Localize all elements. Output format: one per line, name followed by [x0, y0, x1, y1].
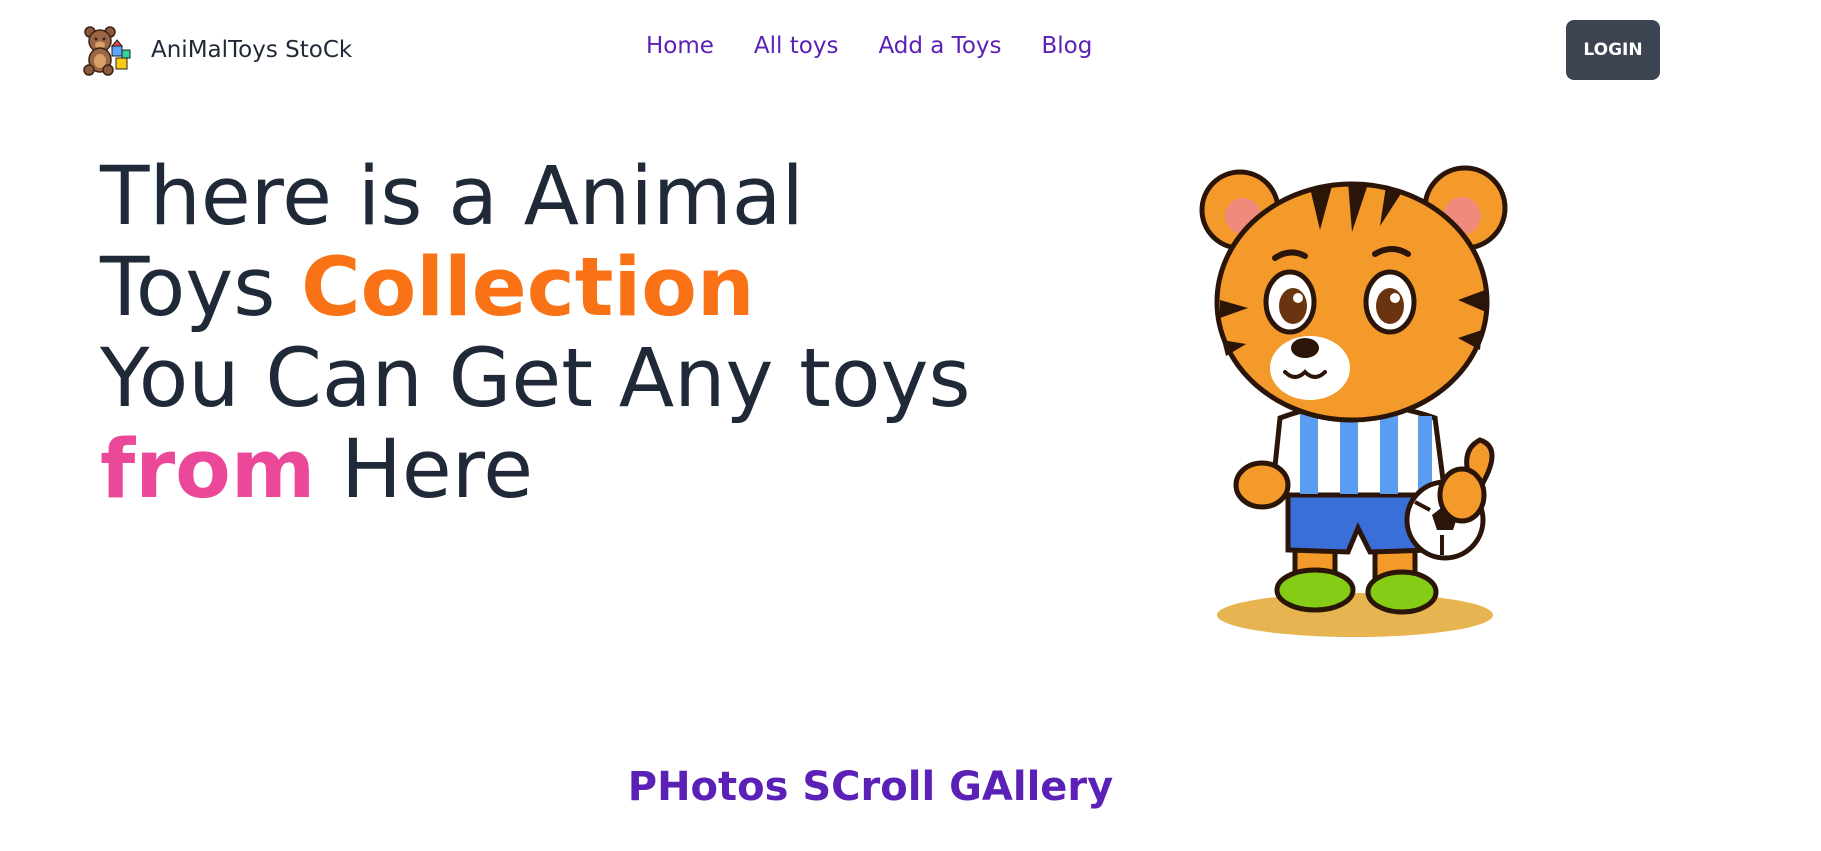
- hero-line-2-prefix: Toys: [100, 241, 302, 335]
- hero-line-4-suffix: Here: [315, 423, 534, 517]
- hero-image: [1180, 150, 1520, 650]
- login-button[interactable]: LOGIN: [1566, 20, 1660, 80]
- hero-line-3: You Can Get Any toys: [100, 332, 971, 426]
- brand-link[interactable]: AniMalToys StoCk: [80, 24, 352, 76]
- hero-highlight-from: from: [100, 423, 316, 517]
- nav-all-toys-link[interactable]: All toys: [754, 33, 839, 59]
- gallery-section-title: PHotos SCroll GAllery: [627, 764, 1114, 810]
- tiger-soccer-mascot-icon: [1180, 150, 1520, 650]
- hero-line-2: Toys Collection: [100, 243, 971, 334]
- nav-blog-link[interactable]: Blog: [1042, 33, 1093, 59]
- hero-line-4: from Here: [100, 425, 971, 516]
- nav-add-toys-link[interactable]: Add a Toys: [878, 33, 1001, 59]
- brand-name: AniMalToys StoCk: [151, 37, 353, 63]
- page: AniMalToys StoCk Home All toys Add a Toy…: [0, 0, 1821, 851]
- nav-home-link[interactable]: Home: [646, 33, 714, 59]
- hero-highlight-collection: Collection: [301, 241, 755, 335]
- teddy-bear-logo-icon: [80, 24, 132, 76]
- navbar: AniMalToys StoCk Home All toys Add a Toy…: [0, 0, 1821, 100]
- main-nav: Home All toys Add a Toys Blog: [646, 33, 1092, 59]
- hero-line-1: There is a Animal: [100, 150, 804, 244]
- hero-headline: There is a Animal Toys Collection You Ca…: [100, 152, 971, 516]
